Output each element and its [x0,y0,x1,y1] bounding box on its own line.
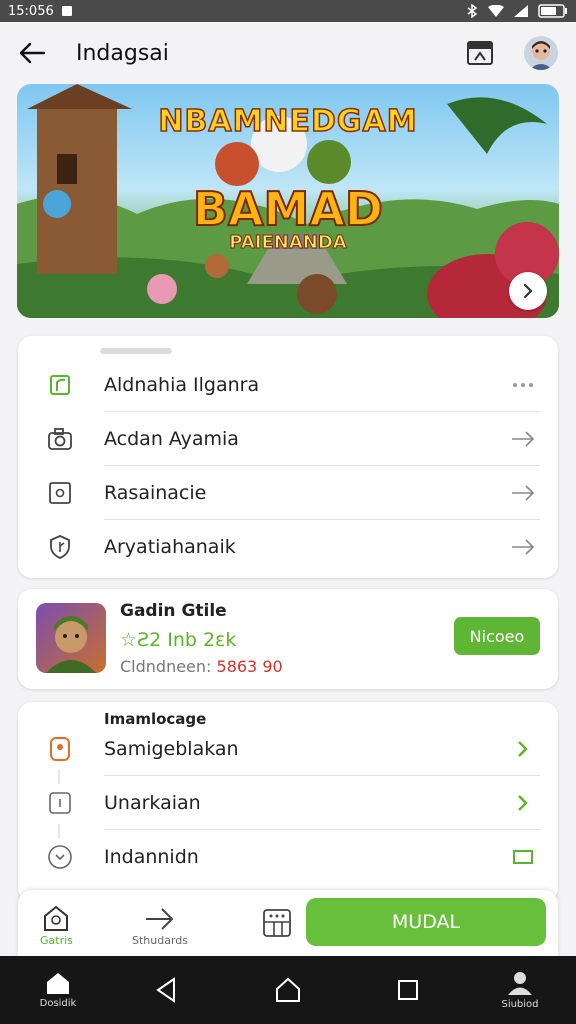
settings-card: Imamlocage Samigeblakan Unarkaian Indann… [18,702,558,902]
menu-item-label: Aldnahia Ilganra [104,374,260,396]
square-recents-icon [398,980,418,1000]
arrow-right-icon [510,534,536,560]
home-outline-icon [44,905,69,931]
location-pin-icon [46,735,74,763]
shield-icon [46,533,74,561]
house-outline-icon [276,977,300,1002]
battery-icon [538,4,567,18]
app-bar-actions [466,36,558,70]
clock-icon [46,843,74,871]
settings-item-1[interactable]: Samigeblakan [18,722,558,776]
game-meta-value: 5863 90 [216,657,283,676]
avatar[interactable] [524,36,558,70]
settings-item-3[interactable]: Indannidn [18,830,558,884]
square-icon [46,789,74,817]
back-arrow-icon[interactable] [18,41,46,65]
nav-back-button[interactable] [146,956,186,1024]
banner-title-main: BAMAD [192,181,384,237]
drag-handle[interactable] [100,348,172,354]
banner-next-button[interactable] [509,272,547,310]
chevron-right-icon [523,283,533,299]
tab-label: Sthudards [132,934,189,947]
settings-item-label: Samigeblakan [104,738,239,760]
arrow-right-icon [510,426,536,452]
notification-icon [61,6,72,16]
menu-item-2[interactable]: Acdan Ayamia [18,412,558,466]
tab-gatris[interactable]: Gatris [40,904,73,947]
game-character-image [46,616,96,673]
settings-item-label: Indannidn [104,846,199,868]
triangle-back-icon [156,977,175,1003]
person-icon [508,972,532,995]
chevron-right-icon [510,736,536,762]
page-title: Indagsai [76,40,169,66]
menu-item-1[interactable]: Aldnahia Ilganra [18,358,558,412]
settings-item-2[interactable]: Unarkaian [18,776,558,830]
game-card[interactable]: Gadin Gtile ☆Ƨ2 Inb 2ɛk Cldndneen: 5863 … [18,589,558,689]
menu-item-label: Acdan Ayamia [104,428,239,450]
status-icons [466,4,568,18]
game-name: Gadin Gtile [120,601,227,621]
menu-item-label: Rasainacie [104,482,207,504]
arrow-right-icon [146,908,174,930]
menu-item-3[interactable]: Rasainacie [18,466,558,520]
game-meta: Cldndneen: 5863 90 [120,657,283,676]
chevron-right-icon [510,790,536,816]
arrow-right-icon [510,480,536,506]
home-icon [47,973,69,994]
bottom-action-bar: Gatris Sthudards MUDAL [18,890,558,956]
nav-home-tab[interactable]: Dosidik [28,956,88,1024]
nav-label: Dosidik [39,998,77,1009]
tab-sthudards[interactable]: Sthudards [132,906,188,947]
app-bar: Indagsai [0,22,576,84]
status-bar: 15:056 [0,0,576,22]
game-action-button[interactable]: Nicoeo [454,617,540,655]
banner-title-top: NBAMNEDGAM [158,103,418,140]
grid-icon[interactable] [262,908,292,938]
banner-subtitle: PAIENANDA [229,232,347,254]
game-meta-label: Cldndneen: [120,657,217,676]
wifi-icon [488,5,504,17]
system-nav-bar: Dosidik Siubiod [0,956,576,1024]
status-time: 15:056 [8,3,54,19]
tab-label: Gatris [40,934,73,947]
primary-action-button[interactable]: MUDAL [306,898,546,946]
nav-profile-tab[interactable]: Siubiod [490,956,550,1024]
game-rating: ☆Ƨ2 Inb 2ɛk [120,629,237,651]
nav-home-button[interactable] [268,956,308,1024]
leaf-icon [46,371,74,399]
game-thumbnail [36,603,106,673]
nav-label: Siubiod [501,999,539,1010]
nav-recents-button[interactable] [388,956,428,1024]
info-box-icon [46,479,74,507]
more-dots-icon[interactable] [510,372,536,398]
rectangle-icon [510,844,536,870]
promo-banner[interactable]: NBAMNEDGAM BAMAD PAIENANDA [17,84,559,318]
bluetooth-icon [467,4,478,18]
menu-item-4[interactable]: Aryatiahanaik [18,520,558,574]
camera-icon [46,425,74,453]
menu-item-label: Aryatiahanaik [104,536,236,558]
store-icon[interactable] [466,39,494,67]
menu-card: Aldnahia Ilganra Acdan Ayamia Rasainacie… [18,336,558,578]
signal-icon [514,5,528,17]
user-face-icon [529,41,553,70]
settings-item-label: Unarkaian [104,792,201,814]
